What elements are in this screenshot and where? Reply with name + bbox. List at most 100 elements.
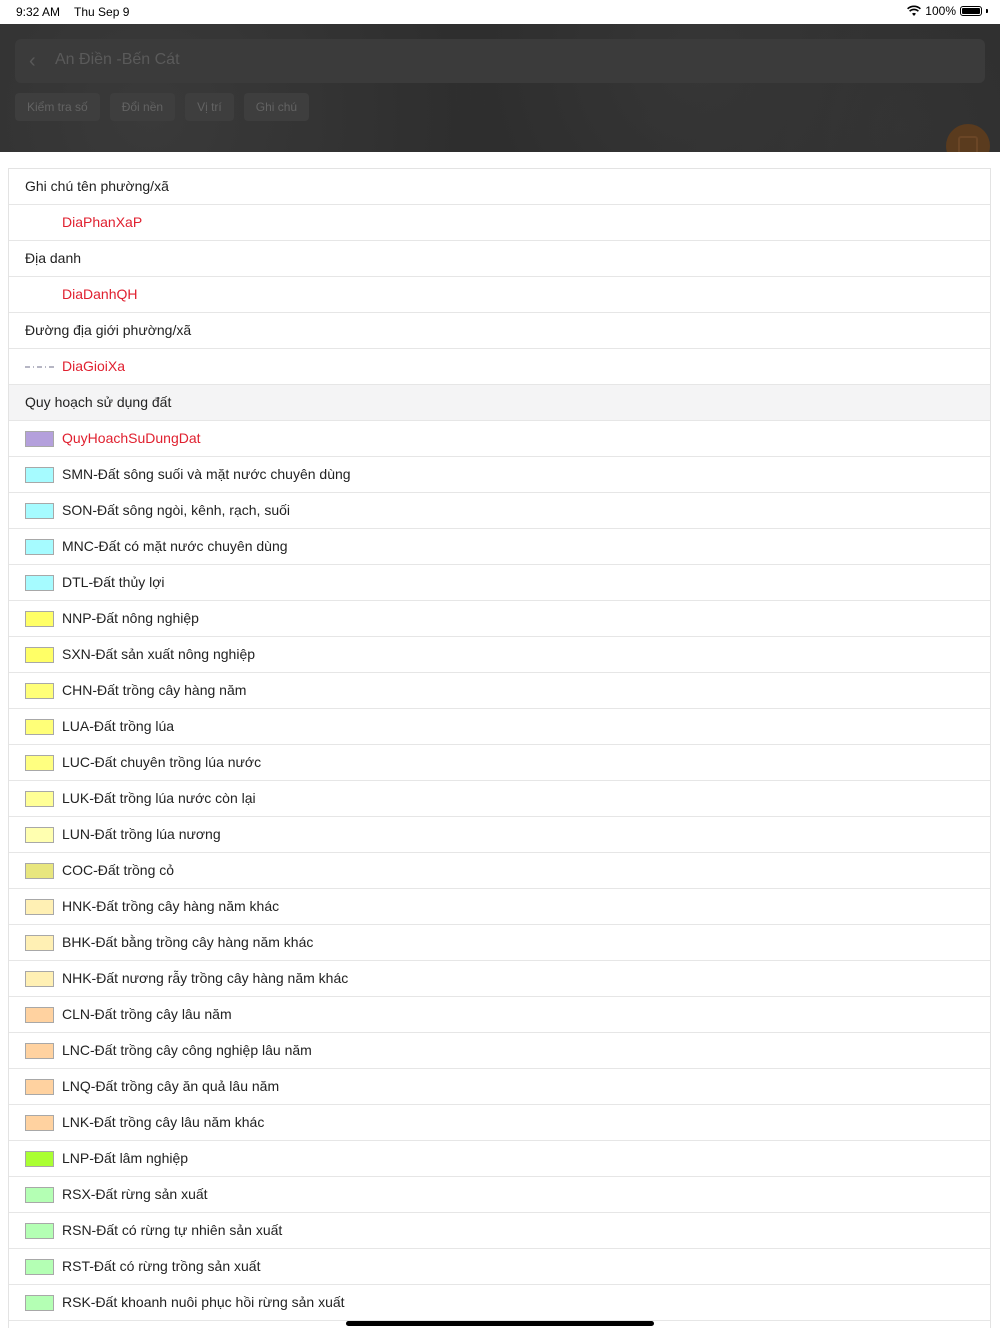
legend-item-land-use[interactable]: LNK-Đất trồng cây lâu năm khác [9, 1105, 990, 1141]
legend-item-land-use[interactable]: LNQ-Đất trồng cây ăn quả lâu năm [9, 1069, 990, 1105]
land-use-label: RSN-Đất có rừng tự nhiên sản xuất [62, 1222, 283, 1238]
legend-item-dia-gioi-xa[interactable]: DiaGioiXa [9, 349, 990, 385]
section-label: Đường địa giới phường/xã [25, 322, 192, 338]
legend-panel[interactable]: Ghi chú tên phường/xã DiaPhanXaP Địa dan… [8, 168, 991, 1328]
legend-item-land-use[interactable]: HNK-Đất trồng cây hàng năm khác [9, 889, 990, 925]
legend-item-land-use[interactable]: LUN-Đất trồng lúa nương [9, 817, 990, 853]
color-swatch [25, 1115, 54, 1131]
layer-label: DiaGioiXa [62, 358, 126, 374]
layer-label: DiaDanhQH [62, 286, 138, 302]
color-swatch [25, 935, 54, 951]
color-swatch [25, 1187, 54, 1203]
legend-item-land-use[interactable]: MNC-Đất có mặt nước chuyên dùng [9, 529, 990, 565]
status-bar: 9:32 AM Thu Sep 9 100% [0, 0, 1000, 24]
color-swatch [25, 503, 54, 519]
land-use-label: NHK-Đất nương rẫy trồng cây hàng năm khá… [62, 970, 349, 986]
legend-item-land-use[interactable]: LNP-Đất lâm nghiệp [9, 1141, 990, 1177]
legend-section-land-use: Quy hoạch sử dụng đất [9, 385, 990, 421]
location-bar[interactable]: ‹ An Điền -Bến Cát [15, 39, 985, 83]
land-use-label: LUK-Đất trồng lúa nước còn lại [62, 790, 256, 806]
legend-item-land-use[interactable]: SXN-Đất sản xuất nông nghiệp [9, 637, 990, 673]
toolbar-chips: Kiểm tra số Đổi nền Vị trí Ghi chú [15, 93, 310, 121]
color-swatch [25, 1259, 54, 1275]
color-swatch [25, 647, 54, 663]
legend-item-land-use[interactable]: LUC-Đất chuyên trồng lúa nước [9, 745, 990, 781]
color-swatch [25, 431, 54, 447]
color-swatch [25, 899, 54, 915]
legend-item-land-use[interactable]: LUK-Đất trồng lúa nước còn lại [9, 781, 990, 817]
land-use-label: LUC-Đất chuyên trồng lúa nước [62, 754, 262, 770]
land-use-label: LUA-Đất trồng lúa [62, 718, 175, 734]
land-use-items: SMN-Đất sông suối và mặt nước chuyên dùn… [9, 457, 990, 1321]
layers-fab-button[interactable] [946, 124, 990, 152]
legend-item-land-use[interactable]: RST-Đất có rừng trồng sản xuất [9, 1249, 990, 1285]
land-use-label: CLN-Đất trồng cây lâu năm [62, 1006, 232, 1022]
color-swatch [25, 791, 54, 807]
legend-item-dia-phan-xa[interactable]: DiaPhanXaP [9, 205, 990, 241]
land-use-label: COC-Đất trồng cỏ [62, 862, 175, 878]
battery-icon [960, 6, 982, 16]
wifi-icon [907, 5, 922, 16]
color-swatch [25, 1079, 54, 1095]
color-swatch [25, 827, 54, 843]
map-header: ‹ An Điền -Bến Cát Kiểm tra số Đổi nền V… [0, 24, 1000, 152]
color-swatch [25, 1295, 54, 1311]
layer-label: QuyHoachSuDungDat [62, 430, 201, 446]
color-swatch [25, 1007, 54, 1023]
color-swatch [25, 1043, 54, 1059]
color-swatch [25, 575, 54, 591]
color-swatch [25, 1223, 54, 1239]
color-swatch [25, 467, 54, 483]
check-number-button[interactable]: Kiểm tra số [15, 93, 100, 121]
land-use-label: RSX-Đất rừng sản xuất [62, 1186, 208, 1202]
legend-item-quy-hoach[interactable]: QuyHoachSuDungDat [9, 421, 990, 457]
color-swatch [25, 683, 54, 699]
notes-button[interactable]: Ghi chú [243, 93, 310, 121]
legend-item-land-use[interactable]: RSK-Đất khoanh nuôi phục hồi rừng sản xu… [9, 1285, 990, 1321]
color-swatch [25, 863, 54, 879]
dash-dot-line-icon [25, 366, 55, 368]
change-basemap-button[interactable]: Đổi nền [109, 93, 176, 121]
legend-item-land-use[interactable]: RSX-Đất rừng sản xuất [9, 1177, 990, 1213]
land-use-label: CHN-Đất trồng cây hàng năm [62, 682, 247, 698]
location-button[interactable]: Vị trí [185, 93, 234, 121]
legend-item-land-use[interactable]: RSN-Đất có rừng tự nhiên sản xuất [9, 1213, 990, 1249]
legend-item-land-use[interactable]: NNP-Đất nông nghiệp [9, 601, 990, 637]
land-use-label: SXN-Đất sản xuất nông nghiệp [62, 646, 256, 662]
legend-item-dia-danh[interactable]: DiaDanhQH [9, 277, 990, 313]
legend-item-land-use[interactable]: NHK-Đất nương rẫy trồng cây hàng năm khá… [9, 961, 990, 997]
back-chevron-icon[interactable]: ‹ [29, 51, 43, 71]
color-swatch [25, 971, 54, 987]
color-swatch [25, 719, 54, 735]
section-label: Ghi chú tên phường/xã [25, 178, 169, 194]
layer-label: DiaPhanXaP [62, 214, 143, 230]
legend-item-land-use[interactable]: COC-Đất trồng cỏ [9, 853, 990, 889]
legend-item-land-use[interactable]: DTL-Đất thủy lợi [9, 565, 990, 601]
land-use-label: LNQ-Đất trồng cây ăn quả lâu năm [62, 1078, 280, 1094]
color-swatch [25, 539, 54, 555]
battery-tip [986, 9, 988, 13]
legend-item-land-use[interactable]: CHN-Đất trồng cây hàng năm [9, 673, 990, 709]
legend-item-land-use[interactable]: CLN-Đất trồng cây lâu năm [9, 997, 990, 1033]
status-right: 100% [907, 4, 988, 18]
status-date: Thu Sep 9 [74, 5, 130, 19]
legend-item-land-use[interactable]: LUA-Đất trồng lúa [9, 709, 990, 745]
legend-section-place-name: Địa danh [9, 241, 990, 277]
legend-item-land-use[interactable]: SMN-Đất sông suối và mặt nước chuyên dùn… [9, 457, 990, 493]
land-use-label: RST-Đất có rừng trồng sản xuất [62, 1258, 261, 1274]
land-use-label: RSK-Đất khoanh nuôi phục hồi rừng sản xu… [62, 1294, 345, 1310]
land-use-label: SON-Đất sông ngòi, kênh, rạch, suối [62, 502, 291, 518]
land-use-label: LUN-Đất trồng lúa nương [62, 826, 221, 842]
color-swatch [25, 611, 54, 627]
color-swatch [25, 1151, 54, 1167]
battery-percent: 100% [925, 4, 956, 18]
legend-section-ward-name: Ghi chú tên phường/xã [9, 169, 990, 205]
layers-icon [958, 136, 978, 152]
land-use-label: LNK-Đất trồng cây lâu năm khác [62, 1114, 265, 1130]
legend-item-land-use[interactable]: LNC-Đất trồng cây công nghiệp lâu năm [9, 1033, 990, 1069]
legend-item-land-use[interactable]: BHK-Đất bằng trồng cây hàng năm khác [9, 925, 990, 961]
legend-section-ward-boundary: Đường địa giới phường/xã [9, 313, 990, 349]
legend-item-land-use[interactable]: SON-Đất sông ngòi, kênh, rạch, suối [9, 493, 990, 529]
status-time: 9:32 AM [16, 5, 61, 19]
land-use-label: HNK-Đất trồng cây hàng năm khác [62, 898, 280, 914]
